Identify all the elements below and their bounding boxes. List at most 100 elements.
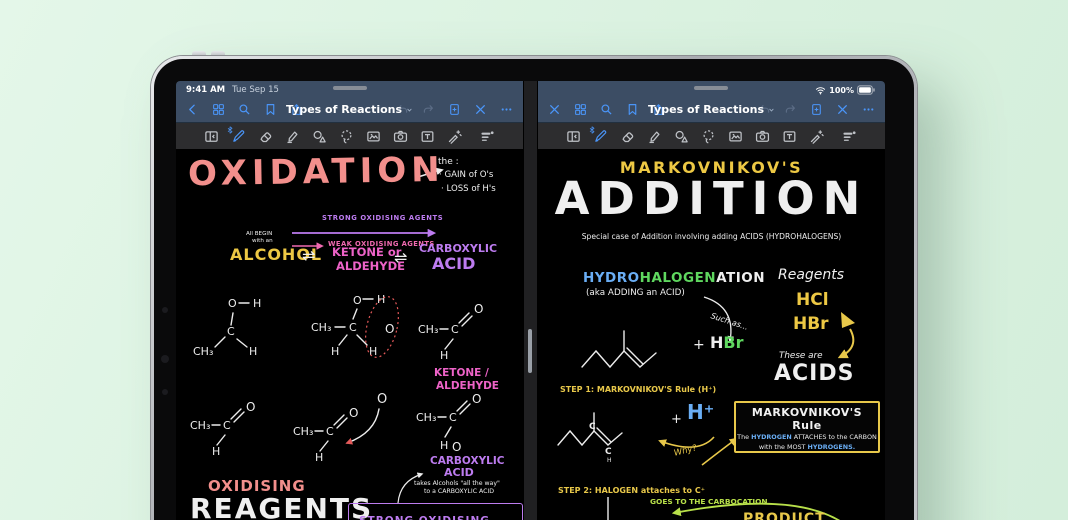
svg-text:H: H: [249, 345, 257, 358]
ketone-structure-label: KETONE /: [434, 367, 489, 379]
pen-tool-icon[interactable]: [231, 129, 246, 144]
right-navbar: Types of Reactions: [538, 97, 885, 122]
ation-word: ATION: [716, 270, 765, 286]
redo-icon[interactable]: [422, 103, 435, 116]
lasso-tool-icon[interactable]: [339, 129, 354, 144]
pages-panel-icon[interactable]: [566, 129, 581, 144]
pen-tool-icon[interactable]: [593, 129, 608, 144]
add-page-icon[interactable]: [810, 103, 823, 116]
svg-text:O: O: [246, 400, 255, 414]
svg-text:C: C: [451, 323, 459, 336]
right-app-pane: 100% Types of Reaction: [538, 81, 885, 520]
begin-note: All BEGIN: [246, 231, 272, 237]
status-date: Tue Sep 15: [232, 85, 279, 95]
wifi-icon: [815, 85, 826, 96]
svg-text:H: H: [377, 293, 385, 306]
ethanol-structure: CH₃ C O H H: [191, 291, 296, 363]
left-toolbar: [176, 122, 523, 149]
front-camera: [161, 355, 169, 363]
svg-text:CH₃: CH₃: [311, 321, 331, 334]
split-view-drag-handle[interactable]: [528, 329, 532, 373]
text-tool-icon[interactable]: [782, 129, 797, 144]
aka-note: (aka ADDING an ACID): [586, 288, 685, 298]
search-icon[interactable]: [238, 103, 251, 116]
close-icon[interactable]: [474, 103, 487, 116]
eraser-tool-icon[interactable]: [258, 129, 273, 144]
shapes-tool-icon[interactable]: [674, 129, 689, 144]
shapes-tool-icon[interactable]: [312, 129, 327, 144]
carboxylic-acid-structure: CH₃ C O H O: [416, 393, 516, 457]
search-icon[interactable]: [600, 103, 613, 116]
step2-heading: STEP 2: HALOGEN attaches to C⁺: [558, 486, 705, 495]
camera-tool-icon[interactable]: [755, 129, 770, 144]
ipad-device: 9:41 AM Tue Sep 15 Types: [151, 56, 917, 520]
svg-text:CH₃: CH₃: [293, 425, 313, 438]
svg-text:C: C: [449, 411, 457, 424]
left-navbar: Types of Reactions: [176, 97, 523, 122]
battery-icon: [857, 85, 875, 95]
stroke-settings-icon[interactable]: [842, 129, 857, 144]
acid-label: ACID: [432, 255, 475, 273]
stroke-settings-icon[interactable]: [480, 129, 495, 144]
such-as-note: Such as...: [710, 311, 750, 332]
page-subtitle: Special case of Addition involving addin…: [538, 233, 885, 242]
window-drag-pill[interactable]: [333, 86, 367, 90]
ketone-label: KETONE or: [332, 246, 401, 259]
close-split-icon[interactable]: [548, 103, 561, 116]
equilibrium-arrow-2: ⇌: [394, 249, 407, 267]
chevron-down-icon: [767, 106, 775, 114]
bluetooth-icon: [227, 126, 233, 134]
svg-text:C: C: [326, 425, 334, 438]
front-camera-dot: [162, 307, 168, 313]
lasso-tool-icon[interactable]: [701, 129, 716, 144]
more-ellipsis-icon[interactable]: [862, 103, 875, 116]
svg-text:O: O: [474, 302, 483, 316]
hcl-reagent: HCl: [796, 291, 829, 311]
why-note: Why?: [673, 444, 698, 459]
plus-sign: +: [693, 337, 705, 353]
eraser-tool-icon[interactable]: [620, 129, 635, 144]
hbr-br: Br: [723, 333, 743, 352]
more-ellipsis-icon[interactable]: [500, 103, 513, 116]
aldehyde-structure: CH₃ C O H: [418, 293, 513, 365]
thumbnails-grid-icon[interactable]: [212, 103, 225, 116]
redo-icon[interactable]: [784, 103, 797, 116]
camera-tool-icon[interactable]: [393, 129, 408, 144]
acids-heading: ACIDS: [774, 361, 854, 386]
back-chevron-icon[interactable]: [186, 103, 199, 116]
hbr-h: H: [710, 333, 723, 352]
laser-pointer-icon[interactable]: [447, 129, 462, 144]
add-page-icon[interactable]: [448, 103, 461, 116]
close-icon[interactable]: [836, 103, 849, 116]
left-note-canvas[interactable]: OXIDATION the : · GAIN of O's · LOSS of …: [176, 149, 523, 520]
svg-text:H: H: [440, 349, 448, 362]
svg-text:C: C: [223, 419, 231, 432]
thumbnails-grid-icon[interactable]: [574, 103, 587, 116]
image-tool-icon[interactable]: [366, 129, 381, 144]
plus-sign-2: +: [671, 413, 682, 428]
aldehyde-structure-label: ALDEHYDE: [436, 380, 499, 392]
image-tool-icon[interactable]: [728, 129, 743, 144]
bookmark-icon[interactable]: [626, 103, 639, 116]
strong-oxidising-agent-label: STRONG OXIDISING AGENT: [359, 515, 490, 520]
equilibrium-arrow: ⇌: [302, 247, 315, 265]
svg-text:O: O: [353, 294, 362, 307]
svg-text:H: H: [440, 439, 448, 452]
highlighter-tool-icon[interactable]: [285, 129, 300, 144]
text-tool-icon[interactable]: [420, 129, 435, 144]
reagents-heading: Reagents: [778, 267, 844, 283]
svg-text:O: O: [349, 406, 358, 420]
takes-note: takes Alcohols "all the way": [414, 480, 500, 487]
document-title-dropdown[interactable]: Types of Reactions: [286, 103, 413, 116]
window-drag-pill[interactable]: [694, 86, 728, 90]
right-note-canvas[interactable]: MARKOVNIKOV'S ADDITION Special case of A…: [538, 149, 885, 520]
split-view-divider[interactable]: [523, 81, 538, 520]
svg-text:H: H: [369, 345, 377, 358]
document-title-dropdown[interactable]: Types of Reactions: [648, 103, 775, 116]
svg-text:CH₃: CH₃: [416, 411, 436, 424]
bookmark-icon[interactable]: [264, 103, 277, 116]
svg-text:O: O: [452, 440, 461, 454]
laser-pointer-icon[interactable]: [809, 129, 824, 144]
pages-panel-icon[interactable]: [204, 129, 219, 144]
highlighter-tool-icon[interactable]: [647, 129, 662, 144]
